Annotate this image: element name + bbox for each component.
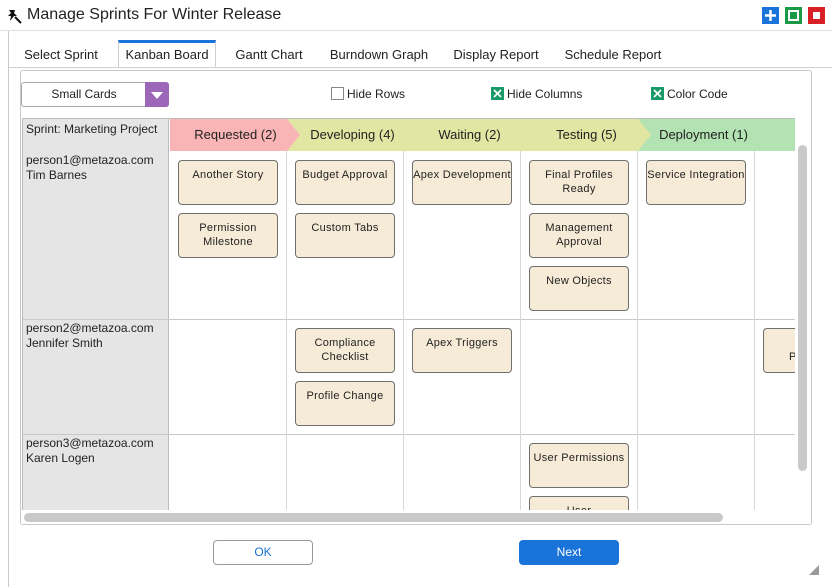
sprint-label: Sprint: Marketing Project — [26, 122, 158, 136]
story-card[interactable]: Custom Tabs — [295, 213, 395, 258]
column-header-label: Developing (4) — [310, 127, 395, 142]
story-card[interactable]: User Permissions — [529, 443, 629, 488]
column-header[interactable]: Waiting (2) — [404, 119, 535, 151]
checkbox-unchecked-icon[interactable] — [331, 87, 344, 100]
column-divider — [286, 151, 287, 510]
tab-schedule-report[interactable]: Schedule Report — [556, 40, 670, 67]
story-card[interactable]: Apex Development — [412, 160, 512, 205]
tab-burndown-graph[interactable]: Burndown Graph — [322, 40, 436, 67]
column-header-label: Waiting (2) — [438, 127, 501, 142]
story-card[interactable]: Profile Change — [295, 381, 395, 426]
column-header-label: Requested (2) — [194, 127, 277, 142]
story-card[interactable]: Permission Milestone — [178, 213, 278, 258]
kanban-board: Sprint: Marketing Project Requested (2) D… — [22, 118, 795, 510]
ok-button[interactable]: OK — [213, 540, 313, 565]
checkbox-checked-icon[interactable] — [651, 87, 664, 100]
vertical-scrollbar[interactable] — [798, 145, 807, 471]
close-icon — [813, 12, 820, 19]
card-size-value: Small Cards — [51, 87, 117, 101]
tab-gantt-chart[interactable]: Gantt Chart — [226, 40, 312, 67]
person-email: person1@metazoa.com — [26, 153, 154, 167]
column-divider — [403, 151, 404, 510]
checkbox-checked-icon[interactable] — [491, 87, 504, 100]
pin-icon[interactable] — [6, 8, 22, 24]
column-header[interactable]: Requested (2) — [170, 119, 301, 151]
row-header-person: person1@metazoa.com Tim Barnes — [26, 153, 154, 183]
column-header[interactable]: Developing (4) — [287, 119, 418, 151]
plus-icon — [765, 10, 776, 21]
person-name: Tim Barnes — [26, 168, 87, 182]
chevron-down-icon[interactable] — [145, 82, 169, 107]
column-header[interactable]: Deployment (1) — [638, 119, 769, 151]
next-button[interactable]: Next — [519, 540, 619, 565]
resize-grip-icon[interactable] — [806, 562, 820, 576]
row-header-person: person3@metazoa.com Karen Logen — [26, 436, 154, 466]
story-card[interactable]: Apex Triggers — [412, 328, 512, 373]
close-button[interactable] — [808, 7, 825, 24]
row-divider — [23, 434, 795, 435]
story-card[interactable]: New Objects — [529, 266, 629, 311]
story-card[interactable]: Pe — [763, 328, 795, 373]
story-card[interactable]: Another Story — [178, 160, 278, 205]
story-card[interactable]: Compliance Checklist — [295, 328, 395, 373]
story-card[interactable]: User — [529, 496, 629, 510]
column-divider — [520, 151, 521, 510]
row-divider — [23, 319, 795, 320]
column-divider — [637, 151, 638, 510]
person-name: Karen Logen — [26, 451, 95, 465]
window-title: Manage Sprints For Winter Release — [27, 6, 282, 23]
tab-kanban-board[interactable]: Kanban Board — [118, 40, 216, 68]
row-header-person: person2@metazoa.com Jennifer Smith — [26, 321, 154, 351]
horizontal-scrollbar[interactable] — [24, 513, 723, 522]
column-header[interactable]: Testing (5) — [521, 119, 652, 151]
color-code-label: Color Code — [667, 87, 728, 101]
person-email: person2@metazoa.com — [26, 321, 154, 335]
story-card[interactable]: Service Integration — [646, 160, 746, 205]
tab-divider — [8, 67, 832, 68]
column-header-label: Deployment (1) — [659, 127, 748, 142]
maximize-button[interactable] — [785, 7, 802, 24]
maximize-icon — [788, 10, 799, 21]
person-email: person3@metazoa.com — [26, 436, 154, 450]
column-header-label: Testing (5) — [556, 127, 617, 142]
tab-select-sprint[interactable]: Select Sprint — [14, 40, 108, 67]
hide-rows-label: Hide Rows — [347, 87, 406, 101]
person-name: Jennifer Smith — [26, 336, 103, 350]
story-card[interactable]: Final Profiles Ready — [529, 160, 629, 205]
story-card[interactable]: Budget Approval — [295, 160, 395, 205]
card-size-select[interactable]: Small Cards — [21, 82, 169, 107]
hide-columns-label: Hide Columns — [507, 87, 583, 101]
story-card[interactable]: Management Approval — [529, 213, 629, 258]
column-divider — [754, 151, 755, 510]
add-window-button[interactable] — [762, 7, 779, 24]
tab-display-report[interactable]: Display Report — [446, 40, 546, 67]
title-bar: Manage Sprints For Winter Release — [0, 0, 832, 31]
